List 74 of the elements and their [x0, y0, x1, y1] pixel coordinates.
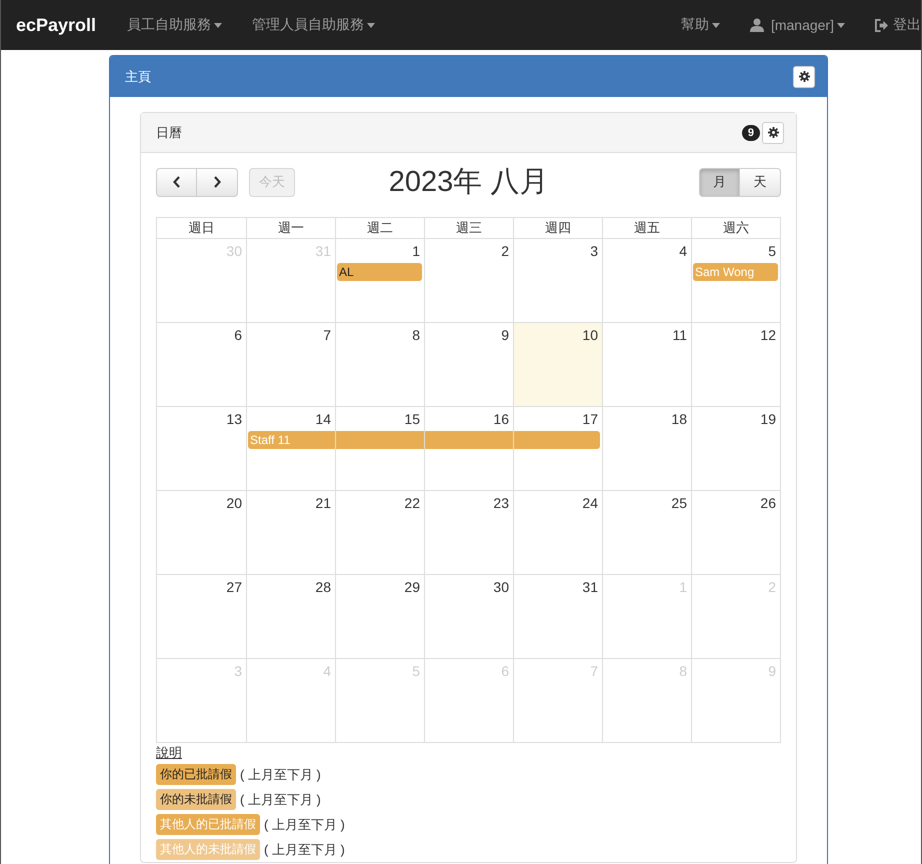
legend-title: 說明: [156, 744, 182, 762]
legend-note: ( 上月至下月 ): [264, 840, 345, 858]
weekday-header: 週二: [335, 218, 424, 238]
calendar-title: 2023年 八月: [388, 165, 548, 200]
day-number: 28: [314, 578, 332, 597]
day-number: 13: [225, 410, 243, 429]
day-number: 6: [233, 326, 243, 345]
day-number: 17: [581, 410, 599, 429]
help-menu-link[interactable]: 幫助: [666, 16, 735, 34]
day-number: 18: [670, 410, 688, 429]
weekday-header: 週一: [246, 218, 335, 238]
settings-button[interactable]: [793, 66, 815, 88]
weekday-header: 週五: [602, 218, 691, 238]
day-number: 10: [581, 326, 599, 345]
day-number: 1: [411, 242, 421, 261]
legend-note: ( 上月至下月 ): [240, 790, 321, 808]
next-button[interactable]: [197, 168, 238, 196]
day-number: 14: [314, 410, 332, 429]
day-number: 9: [500, 326, 510, 345]
leave-event[interactable]: AL: [337, 263, 422, 281]
day-number: 11: [671, 326, 688, 345]
count-badge: 9: [742, 124, 760, 140]
legend-note: ( 上月至下月 ): [240, 766, 321, 784]
day-number: 25: [670, 494, 688, 513]
weekday-header: 週六: [691, 218, 780, 238]
caret-icon: [367, 22, 376, 28]
day-number: 5: [767, 242, 777, 261]
day-number: 31: [581, 578, 599, 597]
legend-label: 你的未批請假: [156, 789, 236, 810]
day-number: 24: [581, 494, 599, 513]
view-button[interactable]: 月: [699, 168, 740, 196]
settings-button[interactable]: [762, 122, 784, 144]
caret-icon: [837, 22, 845, 28]
caret-icon: [214, 22, 222, 28]
day-number: 2: [500, 242, 510, 261]
weekday-header: 週四: [513, 218, 602, 238]
user-icon: [750, 18, 764, 32]
chevron-right-icon: [213, 176, 221, 188]
day-number: 15: [403, 410, 421, 429]
legend-label: 其他人的未批請假: [156, 839, 260, 860]
legend-label: 其他人的已批請假: [156, 814, 260, 835]
legend-note: ( 上月至下月 ): [264, 816, 345, 834]
day-number: 7: [322, 326, 332, 345]
previous-button[interactable]: [156, 168, 197, 196]
logout-icon: [875, 18, 888, 32]
day-number: 12: [759, 326, 777, 345]
day-number: 20: [225, 494, 243, 513]
day-number: 3: [589, 242, 599, 261]
day-number: 26: [759, 494, 777, 513]
menu-link[interactable]: 管理人員自助服務: [237, 16, 390, 34]
day-number: 30: [492, 578, 510, 597]
day-number: 23: [492, 494, 510, 513]
day-number: 29: [403, 578, 421, 597]
day-number: 16: [492, 410, 510, 429]
logout-link[interactable]: 登出: [860, 16, 921, 34]
view-button[interactable]: 天: [740, 168, 782, 196]
settings-icon: [798, 71, 810, 82]
day-number: 4: [678, 242, 688, 261]
chevron-left-icon: [172, 176, 180, 188]
day-number: 27: [225, 578, 243, 597]
calendar-panel-title: 日曆: [156, 124, 182, 142]
day-number: 8: [411, 326, 421, 345]
weekday-header: 週三: [424, 218, 513, 238]
weekday-header: 週日: [188, 219, 216, 237]
brand-logo[interactable]: ecPayroll: [16, 14, 96, 36]
panel-title: 主頁: [125, 68, 151, 86]
caret-icon: [712, 22, 720, 28]
day-number: 19: [759, 410, 777, 429]
day-number: 21: [314, 494, 332, 513]
legend-label: 你的已批請假: [156, 764, 236, 785]
menu-link[interactable]: 員工自助服務: [112, 16, 238, 34]
day-number: 22: [403, 494, 421, 513]
settings-icon: [768, 127, 778, 138]
user-menu-link[interactable]: [manager]: [734, 17, 860, 33]
